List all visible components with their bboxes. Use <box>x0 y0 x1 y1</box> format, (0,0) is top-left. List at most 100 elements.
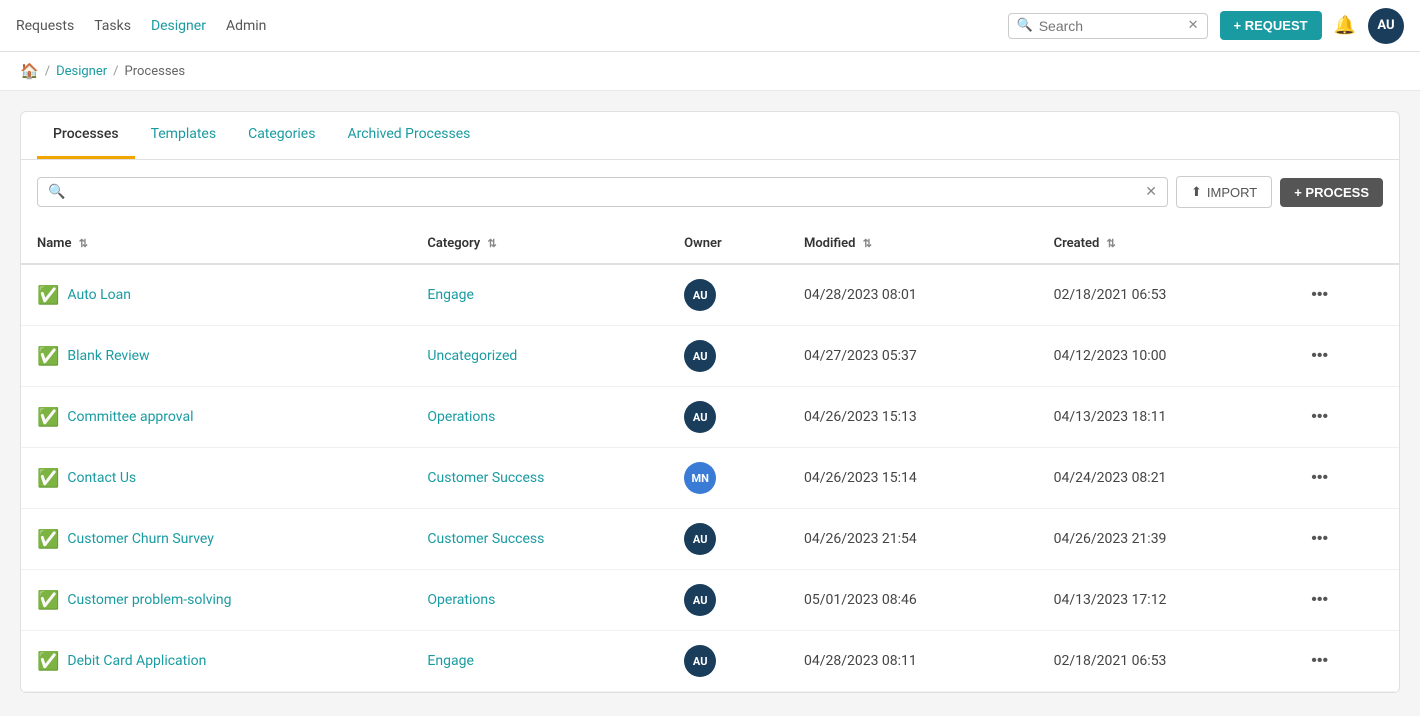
category-link-0[interactable]: Engage <box>427 287 473 303</box>
cell-owner-4: AU <box>668 509 788 570</box>
cell-owner-3: MN <box>668 448 788 509</box>
table-header-row: Name ⇅ Category ⇅ Owner Modified ⇅ <box>21 224 1399 264</box>
toolbar: 🔍 ✕ ⬆ IMPORT + PROCESS <box>21 160 1399 224</box>
category-link-5[interactable]: Operations <box>427 592 495 608</box>
process-search-input[interactable] <box>71 184 1139 200</box>
category-link-3[interactable]: Customer Success <box>427 470 544 486</box>
sort-modified-icon: ⇅ <box>863 237 872 250</box>
import-icon: ⬆ <box>1191 184 1202 200</box>
status-icon-0: ✅ <box>37 285 59 306</box>
nav-designer[interactable]: Designer <box>151 18 206 34</box>
tab-templates[interactable]: Templates <box>135 112 233 159</box>
user-avatar[interactable]: AU <box>1368 8 1404 44</box>
nav-requests[interactable]: Requests <box>16 18 74 34</box>
process-search-icon: 🔍 <box>48 184 65 200</box>
more-button-1[interactable]: ••• <box>1303 343 1336 369</box>
processes-table: Name ⇅ Category ⇅ Owner Modified ⇅ <box>21 224 1399 692</box>
sort-category-icon: ⇅ <box>488 237 497 250</box>
cell-category-5: Operations <box>411 570 668 631</box>
cell-name-1: ✅ Blank Review <box>21 326 411 387</box>
cell-more-2: ••• <box>1287 387 1399 448</box>
col-modified[interactable]: Modified ⇅ <box>788 224 1038 264</box>
cell-owner-0: AU <box>668 264 788 326</box>
table-row: ✅ Committee approval Operations AU 04/26… <box>21 387 1399 448</box>
breadcrumb-designer[interactable]: Designer <box>56 64 107 79</box>
table-row: ✅ Contact Us Customer Success MN 04/26/2… <box>21 448 1399 509</box>
status-icon-3: ✅ <box>37 468 59 489</box>
owner-avatar-1: AU <box>684 340 716 372</box>
owner-avatar-0: AU <box>684 279 716 311</box>
category-link-1[interactable]: Uncategorized <box>427 348 517 364</box>
nav-admin[interactable]: Admin <box>226 18 266 34</box>
col-name[interactable]: Name ⇅ <box>21 224 411 264</box>
status-icon-2: ✅ <box>37 407 59 428</box>
cell-name-4: ✅ Customer Churn Survey <box>21 509 411 570</box>
cell-name-0: ✅ Auto Loan <box>21 264 411 326</box>
nav-right: 🔍 ✕ + REQUEST 🔔 AU <box>1008 8 1404 44</box>
table-row: ✅ Customer problem-solving Operations AU… <box>21 570 1399 631</box>
processes-table-wrap: Name ⇅ Category ⇅ Owner Modified ⇅ <box>21 224 1399 692</box>
process-name-link-1[interactable]: Blank Review <box>67 348 149 364</box>
process-name-link-0[interactable]: Auto Loan <box>67 287 131 303</box>
table-row: ✅ Blank Review Uncategorized AU 04/27/20… <box>21 326 1399 387</box>
owner-avatar-2: AU <box>684 401 716 433</box>
process-name-link-4[interactable]: Customer Churn Survey <box>67 531 213 547</box>
col-actions <box>1287 224 1399 264</box>
col-category[interactable]: Category ⇅ <box>411 224 668 264</box>
cell-modified-0: 04/28/2023 08:01 <box>788 264 1038 326</box>
main-content: Processes Templates Categories Archived … <box>0 91 1420 713</box>
process-search-bar: 🔍 ✕ <box>37 177 1168 207</box>
home-icon[interactable]: 🏠 <box>20 62 39 80</box>
status-icon-1: ✅ <box>37 346 59 367</box>
nav-links: Requests Tasks Designer Admin <box>16 18 984 34</box>
cell-owner-5: AU <box>668 570 788 631</box>
cell-category-2: Operations <box>411 387 668 448</box>
process-name-link-3[interactable]: Contact Us <box>67 470 136 486</box>
global-search-clear[interactable]: ✕ <box>1188 18 1199 33</box>
more-button-3[interactable]: ••• <box>1303 465 1336 491</box>
more-button-0[interactable]: ••• <box>1303 282 1336 308</box>
col-owner: Owner <box>668 224 788 264</box>
tab-processes[interactable]: Processes <box>37 112 135 159</box>
nav-tasks[interactable]: Tasks <box>94 18 131 34</box>
cell-created-5: 04/13/2023 17:12 <box>1038 570 1288 631</box>
tab-categories[interactable]: Categories <box>232 112 331 159</box>
process-name-link-5[interactable]: Customer problem-solving <box>67 592 231 608</box>
cell-modified-2: 04/26/2023 15:13 <box>788 387 1038 448</box>
more-button-2[interactable]: ••• <box>1303 404 1336 430</box>
process-name-link-2[interactable]: Committee approval <box>67 409 193 425</box>
table-row: ✅ Auto Loan Engage AU 04/28/2023 08:01 0… <box>21 264 1399 326</box>
cell-more-3: ••• <box>1287 448 1399 509</box>
add-process-button[interactable]: + PROCESS <box>1280 178 1383 207</box>
status-icon-5: ✅ <box>37 590 59 611</box>
process-search-clear[interactable]: ✕ <box>1145 184 1157 200</box>
category-link-6[interactable]: Engage <box>427 653 473 669</box>
table-row: ✅ Customer Churn Survey Customer Success… <box>21 509 1399 570</box>
cell-name-2: ✅ Committee approval <box>21 387 411 448</box>
cell-created-3: 04/24/2023 08:21 <box>1038 448 1288 509</box>
cell-more-0: ••• <box>1287 264 1399 326</box>
owner-avatar-5: AU <box>684 584 716 616</box>
request-button[interactable]: + REQUEST <box>1220 11 1322 40</box>
more-button-5[interactable]: ••• <box>1303 587 1336 613</box>
cell-more-4: ••• <box>1287 509 1399 570</box>
global-search-input[interactable] <box>1039 18 1188 34</box>
col-created[interactable]: Created ⇅ <box>1038 224 1288 264</box>
cell-category-1: Uncategorized <box>411 326 668 387</box>
cell-created-0: 02/18/2021 06:53 <box>1038 264 1288 326</box>
sort-name-icon: ⇅ <box>79 237 88 250</box>
owner-avatar-4: AU <box>684 523 716 555</box>
breadcrumb-processes: Processes <box>125 64 186 79</box>
category-link-4[interactable]: Customer Success <box>427 531 544 547</box>
cell-more-6: ••• <box>1287 631 1399 692</box>
notification-icon[interactable]: 🔔 <box>1334 15 1356 36</box>
import-button[interactable]: ⬆ IMPORT <box>1176 176 1272 208</box>
breadcrumb: 🏠 / Designer / Processes <box>0 52 1420 91</box>
more-button-6[interactable]: ••• <box>1303 648 1336 674</box>
cell-more-1: ••• <box>1287 326 1399 387</box>
category-link-2[interactable]: Operations <box>427 409 495 425</box>
tab-archived-processes[interactable]: Archived Processes <box>331 112 486 159</box>
cell-owner-2: AU <box>668 387 788 448</box>
more-button-4[interactable]: ••• <box>1303 526 1336 552</box>
process-name-link-6[interactable]: Debit Card Application <box>67 653 206 669</box>
